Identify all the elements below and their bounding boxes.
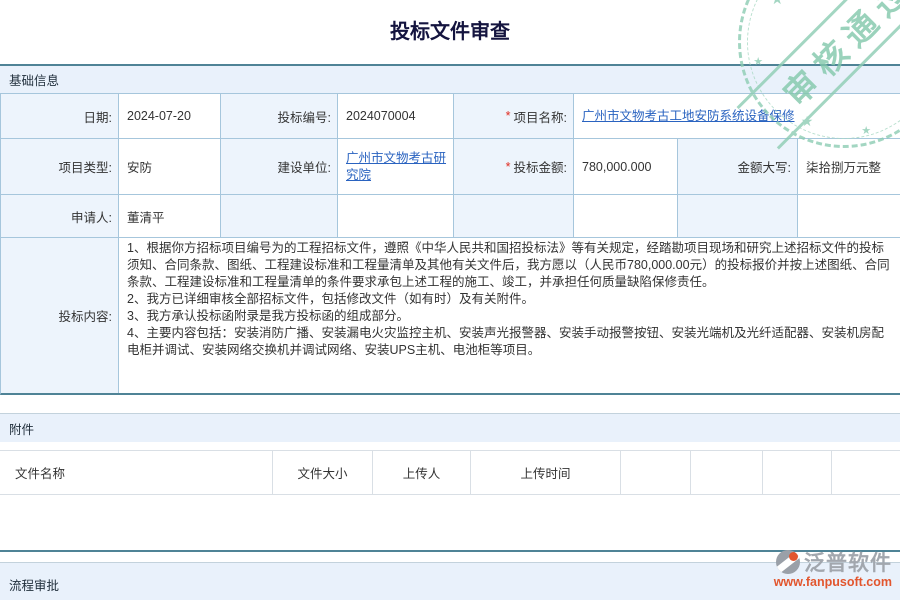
bid-content-value: 1、根据你方招标项目编号为的工程招标文件，遵照《中华人民共和国招投标法》等有关规… bbox=[119, 238, 900, 393]
construction-unit-link[interactable]: 广州市文物考古研究院 bbox=[346, 150, 447, 184]
project-type-value: 安防 bbox=[119, 139, 221, 195]
attachments-header-row: 文件名称 文件大小 上传人 上传时间 bbox=[0, 450, 900, 495]
basic-info-table: 日期: 2024-07-20 投标编号: 2024070004 * 项目名称: … bbox=[0, 93, 900, 395]
section-basic-info-label: 基础信息 bbox=[9, 70, 59, 89]
bid-amount-label: * 投标金额: bbox=[454, 139, 574, 195]
col-upload-time: 上传时间 bbox=[471, 451, 621, 494]
amount-in-words-value: 柒拾捌万元整 bbox=[798, 139, 900, 195]
section-attachments-label: 附件 bbox=[9, 419, 34, 438]
required-asterisk: * bbox=[506, 109, 511, 123]
empty-cell bbox=[763, 451, 832, 494]
section-workflow: 流程审批 bbox=[0, 562, 900, 600]
empty-cell bbox=[338, 195, 454, 238]
bid-amount-value: 780,000.000 bbox=[574, 139, 678, 195]
project-name-label: * 项目名称: bbox=[454, 94, 574, 139]
date-label: 日期: bbox=[1, 94, 119, 139]
fanpu-logo-name: 泛普软件 bbox=[804, 547, 892, 577]
bid-no-label: 投标编号: bbox=[221, 94, 338, 139]
empty-cell bbox=[454, 195, 574, 238]
date-value: 2024-07-20 bbox=[119, 94, 221, 139]
bid-content-label: 投标内容: bbox=[1, 238, 119, 393]
bid-no-value: 2024070004 bbox=[338, 94, 454, 139]
empty-cell bbox=[691, 451, 763, 494]
section-workflow-label: 流程审批 bbox=[9, 575, 59, 594]
bid-review-page: 投标文件审查 审核通过 ★ ★ ★ ★ ★ ★ 基础信息 日期: 2024-07… bbox=[0, 0, 900, 600]
empty-cell bbox=[678, 195, 798, 238]
star-icon: ★ bbox=[771, 0, 784, 8]
construction-unit-label: 建设单位: bbox=[221, 139, 338, 195]
col-file-name: 文件名称 bbox=[0, 451, 273, 494]
section-basic-info: 基础信息 bbox=[0, 64, 900, 93]
project-type-label: 项目类型: bbox=[1, 139, 119, 195]
fanpu-logo-url: www.fanpusoft.com bbox=[774, 575, 892, 589]
page-title: 投标文件审查 bbox=[0, 15, 900, 44]
col-uploader: 上传人 bbox=[373, 451, 471, 494]
fanpu-logo: 泛普软件 www.fanpusoft.com bbox=[774, 547, 892, 589]
empty-cell bbox=[621, 451, 691, 494]
required-asterisk: * bbox=[506, 160, 511, 174]
applicant-value: 董清平 bbox=[119, 195, 221, 238]
fanpu-logo-icon bbox=[776, 550, 800, 574]
construction-unit-cell: 广州市文物考古研究院 bbox=[338, 139, 454, 195]
section-divider bbox=[0, 550, 900, 552]
empty-cell bbox=[798, 195, 900, 238]
section-attachments: 附件 bbox=[0, 413, 900, 442]
empty-cell bbox=[574, 195, 678, 238]
empty-cell bbox=[221, 195, 338, 238]
applicant-label: 申请人: bbox=[1, 195, 119, 238]
project-name-cell: 广州市文物考古工地安防系统设备保修 bbox=[574, 94, 900, 139]
empty-cell bbox=[832, 451, 900, 494]
col-file-size: 文件大小 bbox=[273, 451, 373, 494]
project-name-link[interactable]: 广州市文物考古工地安防系统设备保修 bbox=[582, 108, 795, 125]
amount-in-words-label: 金额大写: bbox=[678, 139, 798, 195]
